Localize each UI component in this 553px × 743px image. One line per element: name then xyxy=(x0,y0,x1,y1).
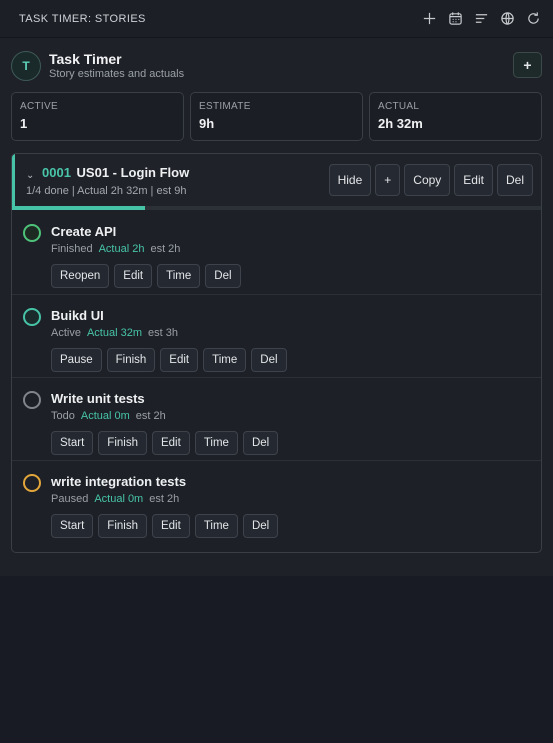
plus-icon[interactable] xyxy=(421,11,437,27)
delete-button[interactable]: Del xyxy=(496,164,533,196)
task-actual: Actual 32m xyxy=(86,327,142,339)
task-name: write integration tests xyxy=(51,474,187,489)
story-progress-fill xyxy=(12,206,145,210)
task-actions: Start Finish Edit Time Del xyxy=(51,514,279,538)
story-header: ⌄ 0001 US01 - Login Flow 1/4 done | Actu… xyxy=(12,154,541,209)
task-name: Buikd UI xyxy=(51,308,104,323)
story-card: ⌄ 0001 US01 - Login Flow 1/4 done | Actu… xyxy=(11,153,542,553)
story-actions: Hide + Copy Edit Del xyxy=(328,164,533,196)
task-actions: Pause Finish Edit Time Del xyxy=(51,348,287,372)
stat-value: 9h xyxy=(199,116,215,131)
status-circle-icon[interactable] xyxy=(23,224,41,242)
story-id: 0001 xyxy=(42,165,71,180)
story-meta: 1/4 done | Actual 2h 32m | est 9h xyxy=(26,185,187,197)
task-meta: Todo Actual 0m est 2h xyxy=(51,410,166,422)
task-time-button[interactable]: Time xyxy=(194,431,238,455)
stat-active: ACTIVE 1 xyxy=(11,92,184,141)
task-reopen-button[interactable]: Reopen xyxy=(51,264,110,288)
story-name: US01 - Login Flow xyxy=(76,165,190,180)
task-row: write integration tests Paused Actual 0m es… xyxy=(12,460,541,543)
status-circle-icon[interactable] xyxy=(23,391,41,409)
stat-actual: ACTUAL 2h 32m xyxy=(369,92,542,141)
task-edit-button[interactable]: Edit xyxy=(160,348,199,372)
task-del-button[interactable]: Del xyxy=(251,348,287,372)
avatar: T xyxy=(11,51,41,81)
app-title: Task Timer xyxy=(49,51,122,67)
task-actions: Reopen Edit Time Del xyxy=(51,264,241,288)
task-pause-button[interactable]: Pause xyxy=(51,348,102,372)
stat-label: ESTIMATE xyxy=(199,101,251,112)
app-subtitle: Story estimates and actuals xyxy=(49,68,185,80)
list-icon[interactable] xyxy=(473,11,489,27)
add-task-button[interactable]: + xyxy=(375,164,401,196)
stat-estimate: ESTIMATE 9h xyxy=(190,92,363,141)
task-row: Write unit tests Todo Actual 0m est 2h Start… xyxy=(12,377,541,460)
story-progress-bar xyxy=(12,206,541,210)
task-estimate: est 2h xyxy=(135,410,166,422)
task-estimate: est 2h xyxy=(150,243,181,255)
status-circle-icon[interactable] xyxy=(23,474,41,492)
app-header: T Task Timer Story estimates and actuals… xyxy=(11,50,542,84)
task-finish-button[interactable]: Finish xyxy=(98,431,147,455)
task-time-button[interactable]: Time xyxy=(194,514,238,538)
status-circle-icon[interactable] xyxy=(23,308,41,326)
task-status: Finished xyxy=(51,243,93,255)
task-status: Active xyxy=(51,327,81,339)
task-meta: Finished Actual 2h est 2h xyxy=(51,243,180,255)
stats-row: ACTIVE 1 ESTIMATE 9h ACTUAL 2h 32m xyxy=(11,92,542,141)
task-row: Create API Finished Actual 2h est 2h Reopen E… xyxy=(12,211,541,294)
story-title: 0001 US01 - Login Flow xyxy=(42,165,189,180)
task-del-button[interactable]: Del xyxy=(205,264,241,288)
task-status: Paused xyxy=(51,493,89,505)
task-name: Write unit tests xyxy=(51,391,145,406)
task-status: Todo xyxy=(51,410,75,422)
task-time-button[interactable]: Time xyxy=(157,264,201,288)
task-actual: Actual 2h xyxy=(98,243,145,255)
chevron-down-icon[interactable]: ⌄ xyxy=(26,170,34,181)
stat-label: ACTUAL xyxy=(378,101,420,112)
refresh-icon[interactable] xyxy=(525,11,541,27)
task-edit-button[interactable]: Edit xyxy=(151,514,190,538)
stat-value: 1 xyxy=(20,116,28,131)
task-edit-button[interactable]: Edit xyxy=(114,264,153,288)
titlebar-actions xyxy=(421,11,541,27)
task-meta: Paused Actual 0m est 2h xyxy=(51,493,179,505)
panel-title: TASK TIMER: STORIES xyxy=(19,12,146,25)
hide-button[interactable]: Hide xyxy=(328,164,372,196)
task-start-button[interactable]: Start xyxy=(51,431,94,455)
timer-panel: T Task Timer Story estimates and actuals… xyxy=(0,38,553,576)
task-estimate: est 3h xyxy=(148,327,178,339)
edit-button[interactable]: Edit xyxy=(454,164,493,196)
task-start-button[interactable]: Start xyxy=(51,514,94,538)
task-finish-button[interactable]: Finish xyxy=(98,514,147,538)
stat-value: 2h 32m xyxy=(378,116,423,131)
stat-label: ACTIVE xyxy=(20,101,58,112)
task-del-button[interactable]: Del xyxy=(242,514,279,538)
task-actual: Actual 0m xyxy=(80,410,130,422)
task-name: Create API xyxy=(51,224,117,239)
task-estimate: est 2h xyxy=(149,493,180,505)
task-actual: Actual 0m xyxy=(94,493,144,505)
task-row: Buikd UI Active Actual 32m est 3h Pause Finis… xyxy=(12,294,541,377)
task-meta: Active Actual 32m est 3h xyxy=(51,327,178,339)
task-actions: Start Finish Edit Time Del xyxy=(51,431,279,455)
task-del-button[interactable]: Del xyxy=(242,431,279,455)
task-edit-button[interactable]: Edit xyxy=(151,431,190,455)
add-story-button[interactable]: + xyxy=(513,52,542,78)
task-time-button[interactable]: Time xyxy=(203,348,247,372)
globe-icon[interactable] xyxy=(499,11,515,27)
calendar-icon[interactable] xyxy=(447,11,463,27)
task-finish-button[interactable]: Finish xyxy=(106,348,156,372)
title-bar: TASK TIMER: STORIES xyxy=(0,0,553,38)
copy-button[interactable]: Copy xyxy=(404,164,451,196)
